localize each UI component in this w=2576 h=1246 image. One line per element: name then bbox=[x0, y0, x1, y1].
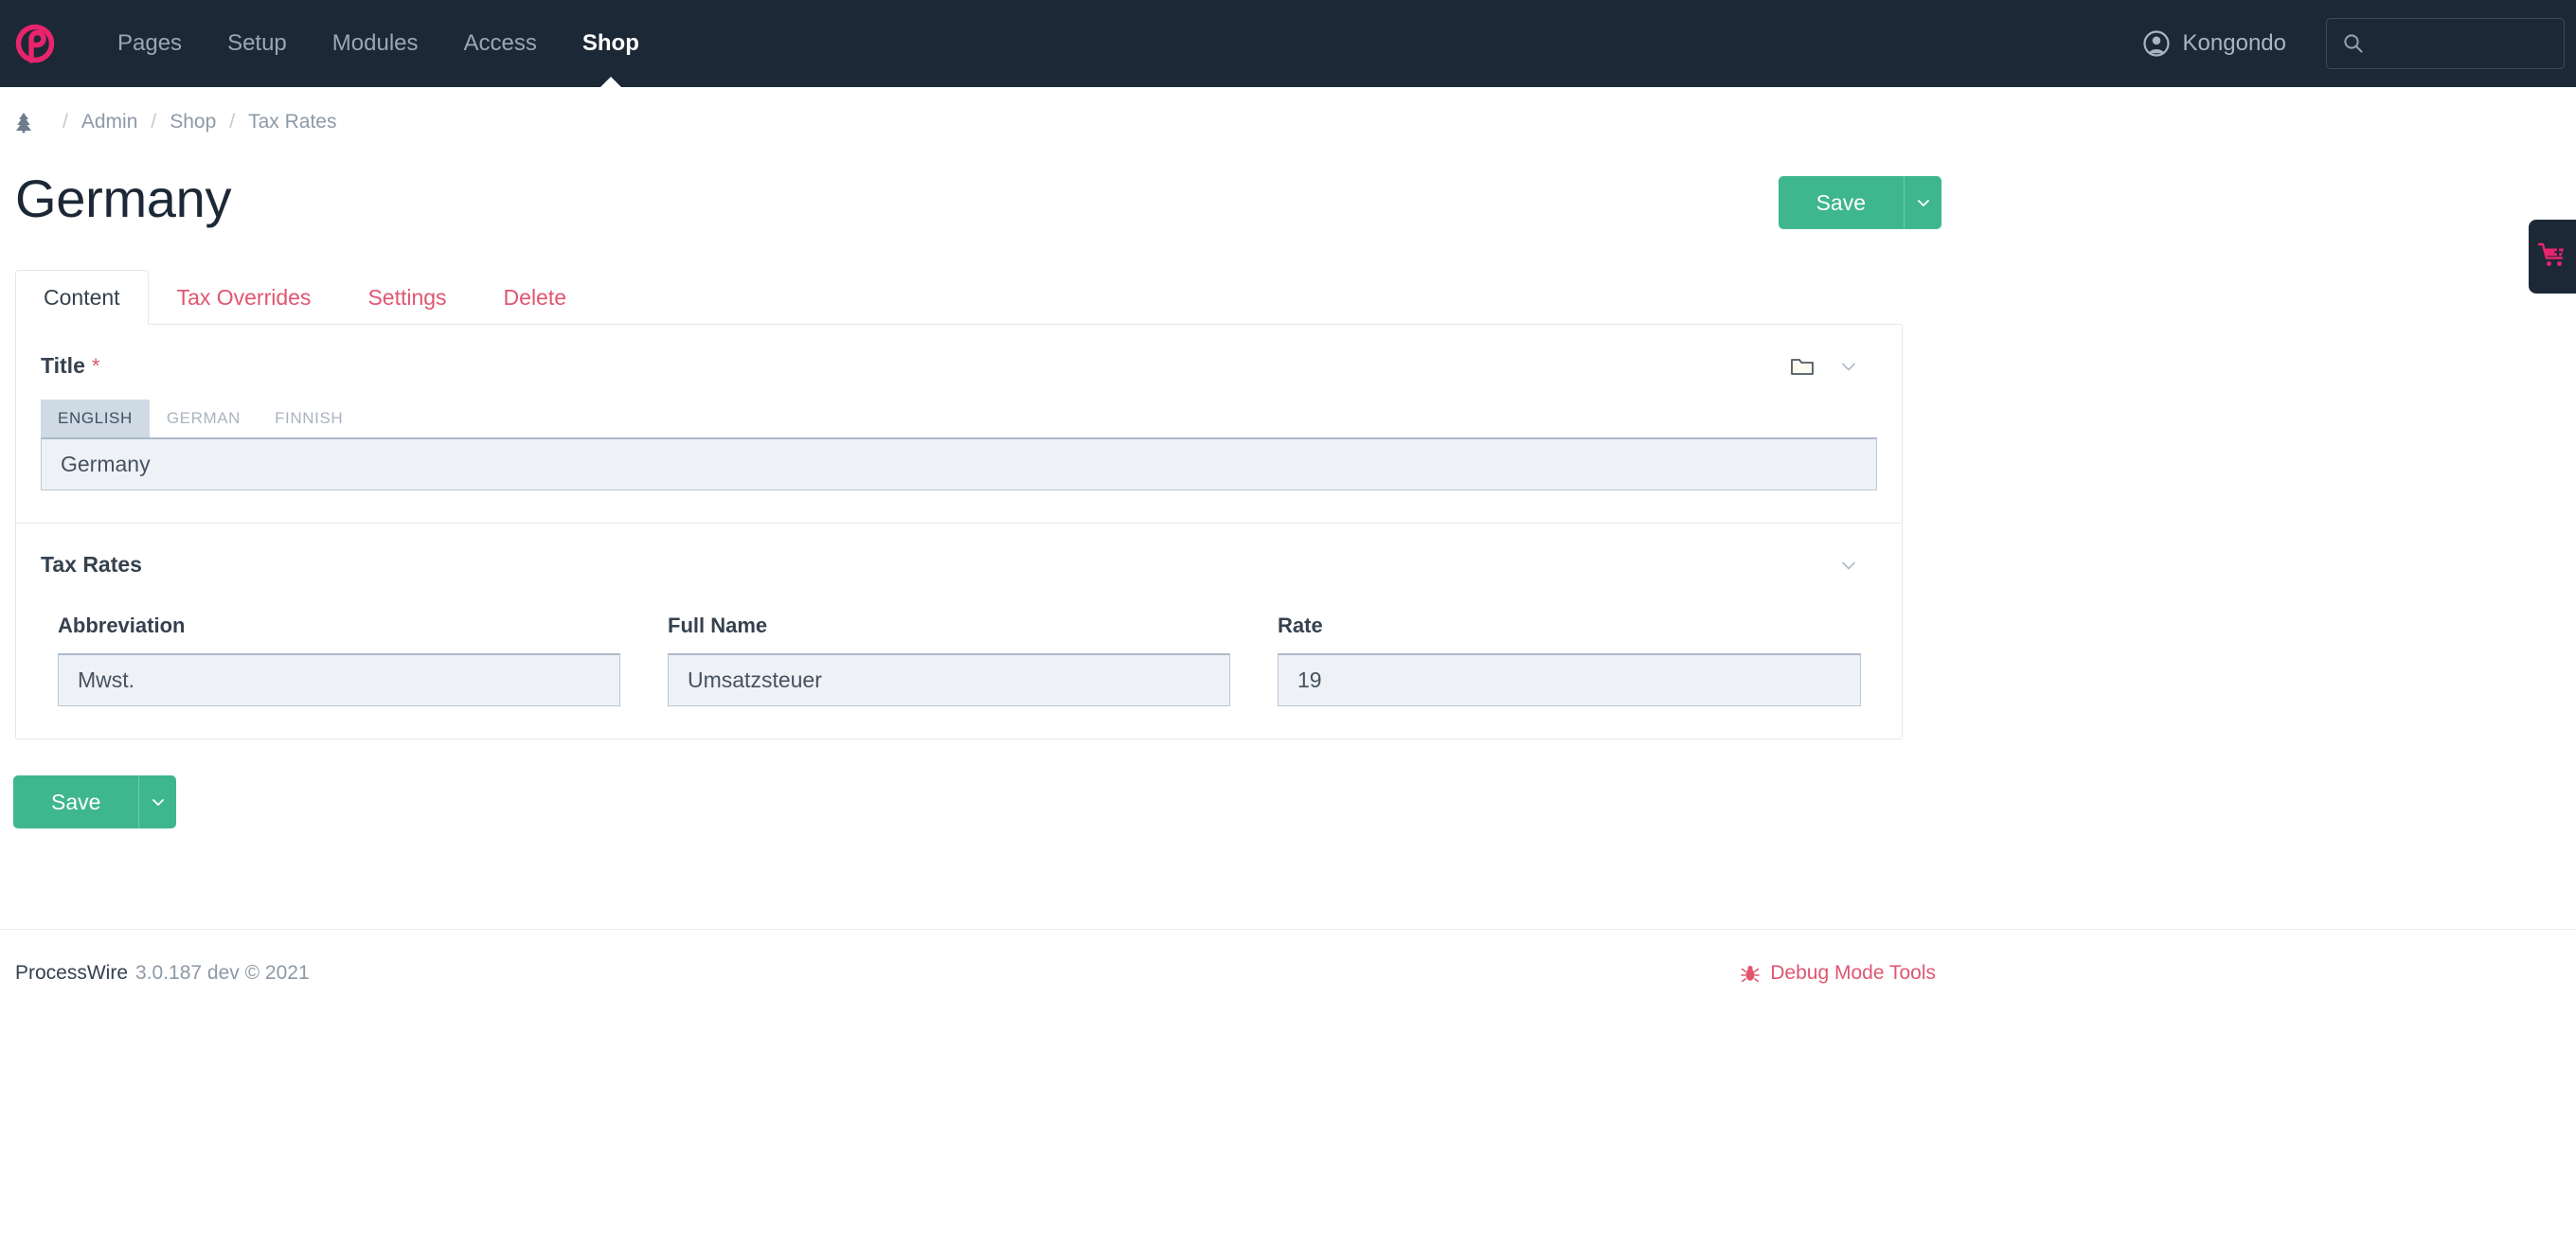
debug-mode-tools-label: Debug Mode Tools bbox=[1770, 962, 1936, 984]
footer-version-text: 3.0.187 dev © 2021 bbox=[135, 962, 310, 984]
nav-link-pages[interactable]: Pages bbox=[95, 0, 205, 87]
save-split-button-bottom: Save bbox=[13, 775, 177, 828]
full-name-input[interactable] bbox=[668, 653, 1230, 706]
language-tabs: ENGLISH GERMAN FINNISH bbox=[41, 400, 1877, 437]
search-icon bbox=[2342, 32, 2365, 55]
tab-settings[interactable]: Settings bbox=[339, 270, 474, 325]
language-tab-finnish[interactable]: FINNISH bbox=[258, 400, 360, 437]
nav-link-access[interactable]: Access bbox=[441, 0, 560, 87]
save-button-bottom[interactable]: Save bbox=[13, 775, 139, 828]
bottom-actions: Save bbox=[0, 775, 2576, 828]
page-footer: ProcessWire 3.0.187 dev © 2021 Debug Mode… bbox=[0, 930, 2576, 985]
page-title: Germany bbox=[15, 169, 232, 228]
title-field-section: Title * ENGLISH GERMAN FINNISH bbox=[16, 325, 1902, 523]
language-tab-german[interactable]: GERMAN bbox=[150, 400, 258, 437]
tax-rates-section: Tax Rates Abbreviation Full Name Rate bbox=[16, 524, 1902, 739]
title-input-wrap bbox=[41, 437, 1877, 490]
rate-label: Rate bbox=[1278, 614, 1323, 637]
search-input[interactable] bbox=[2374, 31, 2549, 56]
breadcrumb: / Admin / Shop / Tax Rates bbox=[0, 95, 2576, 150]
tab-tax-overrides[interactable]: Tax Overrides bbox=[149, 270, 340, 325]
save-button-top[interactable]: Save bbox=[1778, 176, 1904, 229]
abbreviation-field: Abbreviation bbox=[58, 614, 620, 706]
breadcrumb-item-tax-rates[interactable]: Tax Rates bbox=[248, 111, 336, 134]
footer-product-name: ProcessWire bbox=[15, 962, 129, 984]
tax-rate-row: Abbreviation Full Name Rate bbox=[41, 614, 1877, 706]
user-menu[interactable]: Kongondo bbox=[2142, 29, 2286, 58]
footer-version: ProcessWire 3.0.187 dev © 2021 bbox=[15, 962, 310, 985]
folder-icon[interactable] bbox=[1790, 355, 1815, 378]
nav-link-shop[interactable]: Shop bbox=[560, 0, 662, 87]
header-actions: Save bbox=[1778, 163, 1941, 229]
top-navbar: Pages Setup Modules Access Shop Kongondo bbox=[0, 0, 2576, 87]
full-name-field: Full Name bbox=[668, 614, 1230, 706]
chevron-down-icon bbox=[152, 799, 164, 806]
title-collapse-chevron-down-icon[interactable] bbox=[1837, 355, 1860, 378]
abbreviation-input[interactable] bbox=[58, 653, 620, 706]
rate-input[interactable] bbox=[1278, 653, 1861, 706]
required-marker: * bbox=[91, 354, 100, 378]
save-dropdown-toggle-top[interactable] bbox=[1904, 176, 1941, 229]
debug-mode-tools-link[interactable]: Debug Mode Tools bbox=[1740, 962, 1936, 985]
save-dropdown-toggle-bottom[interactable] bbox=[138, 775, 177, 828]
save-split-button-top: Save bbox=[1778, 176, 1941, 229]
tab-content[interactable]: Content bbox=[15, 270, 149, 325]
bug-icon bbox=[1740, 963, 1761, 984]
navbar-tools: Kongondo bbox=[2142, 18, 2576, 69]
title-field-header: Title * bbox=[41, 353, 1877, 379]
primary-nav: Pages Setup Modules Access Shop bbox=[95, 0, 662, 87]
tab-delete[interactable]: Delete bbox=[475, 270, 595, 325]
breadcrumb-separator: / bbox=[63, 111, 68, 133]
search-box[interactable] bbox=[2326, 18, 2565, 69]
breadcrumb-item-admin[interactable]: Admin bbox=[81, 111, 138, 134]
title-input[interactable] bbox=[41, 437, 1877, 490]
language-tab-english[interactable]: ENGLISH bbox=[41, 400, 150, 437]
breadcrumb-separator: / bbox=[151, 111, 157, 133]
tax-rates-header: Tax Rates bbox=[41, 552, 1877, 578]
breadcrumb-item-shop[interactable]: Shop bbox=[170, 111, 216, 134]
nav-link-setup[interactable]: Setup bbox=[205, 0, 310, 87]
abbreviation-label: Abbreviation bbox=[58, 614, 186, 637]
content-panel: Title * ENGLISH GERMAN FINNISH Germany T… bbox=[15, 324, 1903, 739]
tax-rates-title: Tax Rates bbox=[41, 552, 142, 577]
tree-icon[interactable] bbox=[13, 111, 34, 134]
page-header: Germany Save bbox=[0, 163, 2576, 256]
page-tabs: Content Tax Overrides Settings Delete bbox=[0, 269, 2576, 325]
title-label: Title bbox=[41, 353, 85, 378]
user-avatar-icon bbox=[2142, 29, 2171, 58]
full-name-label: Full Name bbox=[668, 614, 768, 637]
title-label-group: Title * bbox=[41, 353, 99, 379]
rate-field: Rate bbox=[1278, 614, 1861, 706]
chevron-down-icon bbox=[1917, 200, 1929, 206]
user-name: Kongondo bbox=[2182, 30, 2286, 56]
tax-rates-collapse-chevron-down-icon[interactable] bbox=[1837, 554, 1860, 577]
title-field-icons bbox=[1790, 355, 1877, 378]
breadcrumb-separator: / bbox=[229, 111, 236, 133]
processwire-logo-icon[interactable] bbox=[13, 22, 57, 65]
nav-link-modules[interactable]: Modules bbox=[310, 0, 441, 87]
